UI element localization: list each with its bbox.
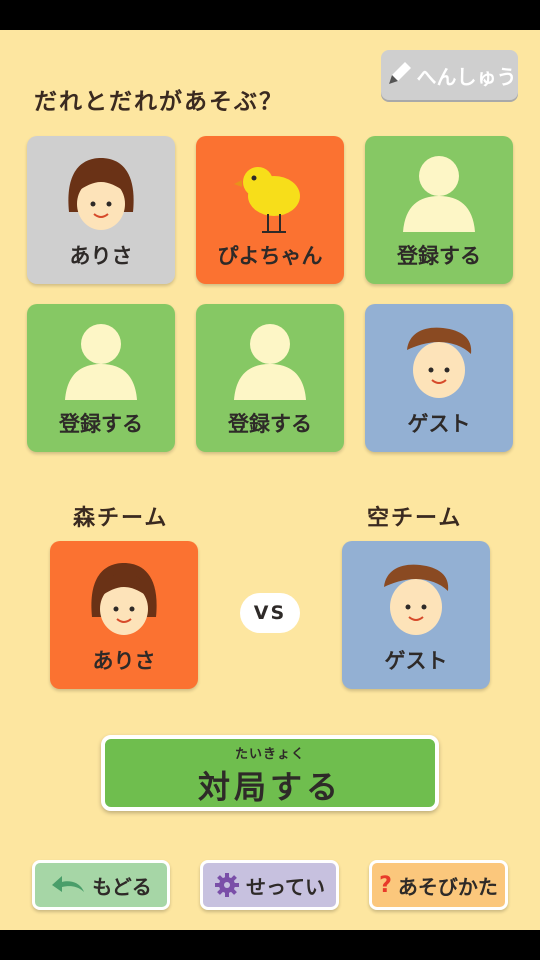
- player-name: ありさ: [69, 244, 133, 268]
- boy-face-icon: [407, 327, 472, 398]
- settings-button-label: せってい: [246, 874, 325, 899]
- settings-button[interactable]: せってい: [200, 860, 339, 910]
- start-match-label: 対局する: [197, 768, 342, 806]
- back-button[interactable]: もどる: [32, 860, 170, 910]
- team-forest-slot[interactable]: ありさ: [50, 541, 198, 689]
- start-match-button[interactable]: たいきょく 対局する: [101, 735, 439, 811]
- team-sky-player: ゲスト: [384, 649, 448, 673]
- team-label-forest: 森チーム: [73, 506, 169, 531]
- girl-face-icon: [91, 563, 157, 635]
- start-match-ruby: たいきょく: [234, 747, 305, 762]
- player-tile-register[interactable]: 登録する: [365, 136, 513, 284]
- pencil-icon: [388, 62, 411, 84]
- chick-icon: [234, 167, 300, 233]
- navigation-bar: [0, 930, 540, 960]
- edit-button[interactable]: へんしゅう: [381, 50, 518, 100]
- player-select-screen: だれとだれがあそぶ？ へんしゅう ありさ ぴよちゃん 登録する 登録する 登録す…: [0, 30, 540, 930]
- player-tile-register[interactable]: 登録する: [196, 304, 344, 452]
- edit-button-label: へんしゅう: [416, 64, 517, 89]
- how-to-play-button[interactable]: ? あそびかた: [369, 860, 508, 910]
- player-tile-guest[interactable]: ゲスト: [365, 304, 513, 452]
- question-mark-icon: ?: [379, 872, 392, 898]
- player-tile-arisa[interactable]: ありさ: [27, 136, 175, 284]
- team-forest-player: ありさ: [92, 649, 156, 673]
- page-title: だれとだれがあそぶ？: [34, 89, 284, 115]
- back-arrow-icon: [52, 876, 85, 892]
- gear-icon: [215, 873, 239, 897]
- back-button-label: もどる: [92, 874, 152, 899]
- player-name: 登録する: [228, 412, 312, 436]
- vs-badge: VS: [240, 593, 300, 633]
- boy-face-icon: [384, 564, 449, 635]
- status-bar: [0, 0, 540, 30]
- player-name: ぴよちゃん: [217, 244, 323, 268]
- silhouette-icon: [65, 324, 137, 400]
- player-name: 登録する: [397, 244, 481, 268]
- player-tile-register[interactable]: 登録する: [27, 304, 175, 452]
- player-name: 登録する: [59, 412, 143, 436]
- how-to-play-label: あそびかた: [397, 874, 498, 899]
- player-tile-piyochan[interactable]: ぴよちゃん: [196, 136, 344, 284]
- team-label-sky: 空チーム: [367, 506, 463, 531]
- team-sky-slot[interactable]: ゲスト: [342, 541, 490, 689]
- silhouette-icon: [403, 156, 475, 232]
- girl-face-icon: [68, 158, 134, 230]
- player-name: ゲスト: [407, 412, 471, 436]
- silhouette-icon: [234, 324, 306, 400]
